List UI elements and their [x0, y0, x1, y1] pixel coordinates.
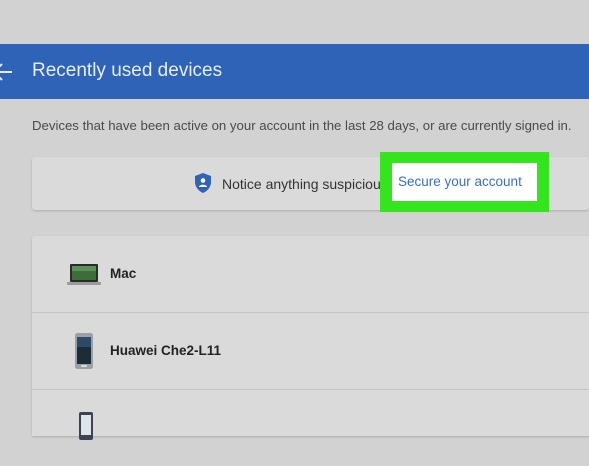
secure-account-link[interactable]: Secure your account	[392, 163, 537, 201]
phone-icon	[75, 333, 93, 369]
app-header: Recently used devices	[0, 44, 589, 99]
device-name: Mac	[110, 266, 137, 281]
device-list: Mac Huawei Che2-L11	[32, 236, 589, 440]
back-arrow-icon[interactable]	[0, 62, 12, 82]
device-row-mac[interactable]: Mac	[32, 236, 589, 313]
device-name: Huawei Che2-L11	[110, 343, 222, 358]
page-description: Devices that have been active on your ac…	[32, 118, 572, 133]
laptop-icon	[67, 264, 101, 285]
device-row-partial[interactable]	[32, 390, 589, 466]
notice-text: Notice anything suspicious?	[222, 176, 396, 192]
shield-icon	[195, 173, 211, 193]
phone-icon	[79, 412, 93, 440]
page-title: Recently used devices	[32, 60, 223, 81]
device-row-huawei[interactable]: Huawei Che2-L11	[32, 313, 589, 390]
